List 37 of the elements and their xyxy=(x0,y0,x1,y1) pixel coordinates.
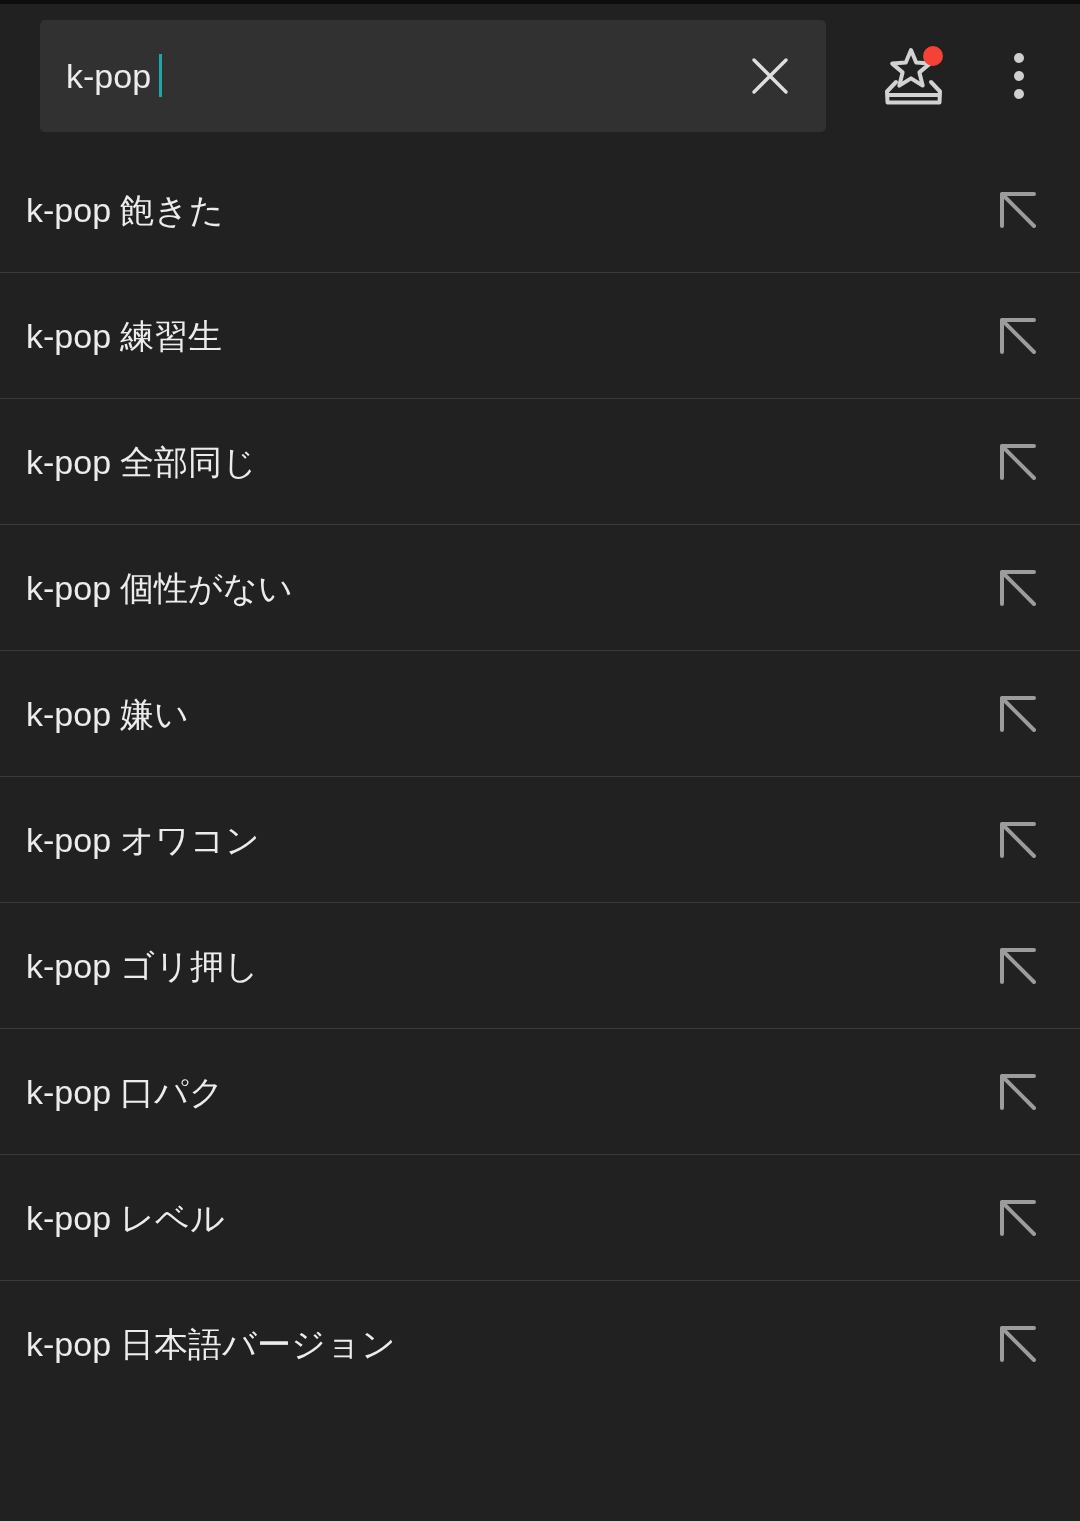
suggestion-item[interactable]: k-pop 嫌い xyxy=(0,651,1080,777)
fill-query-button[interactable] xyxy=(1000,1326,1036,1362)
fill-query-button[interactable] xyxy=(1000,443,1036,480)
close-icon xyxy=(752,57,788,94)
up-left-arrow-icon xyxy=(1000,821,1036,858)
suggestion-item[interactable]: k-pop ゴリ押し xyxy=(0,903,1080,1029)
up-left-arrow-icon xyxy=(1000,1326,1036,1362)
up-left-arrow-icon xyxy=(1000,947,1036,984)
suggestion-item[interactable]: k-pop 個性がない xyxy=(0,525,1080,651)
fill-query-button[interactable] xyxy=(1000,1199,1036,1236)
fill-query-button[interactable] xyxy=(1000,695,1036,732)
fill-query-button[interactable] xyxy=(1000,317,1036,354)
fill-query-button[interactable] xyxy=(1000,569,1036,606)
up-left-arrow-icon xyxy=(1000,695,1036,732)
suggestion-item[interactable]: k-pop 口パク xyxy=(0,1029,1080,1155)
menu-button[interactable] xyxy=(1014,52,1024,99)
up-left-arrow-icon xyxy=(1000,443,1036,480)
up-left-arrow-icon xyxy=(1000,191,1036,228)
fill-query-button[interactable] xyxy=(1000,821,1036,858)
star-tray-icon xyxy=(884,46,943,105)
fill-query-button[interactable] xyxy=(1000,947,1036,984)
up-left-arrow-icon xyxy=(1000,569,1036,606)
suggestion-item[interactable]: k-pop 日本語バージョン xyxy=(0,1281,1080,1407)
search-field[interactable]: k-pop xyxy=(40,19,826,132)
suggestion-item[interactable]: k-pop オワコン xyxy=(0,777,1080,903)
star-tray-button[interactable] xyxy=(884,46,943,105)
suggestion-item[interactable]: k-pop レベル xyxy=(0,1155,1080,1281)
suggestion-item[interactable]: k-pop 練習生 xyxy=(0,273,1080,399)
up-left-arrow-icon xyxy=(1000,1073,1036,1110)
fill-query-button[interactable] xyxy=(1000,191,1036,228)
up-left-arrow-icon xyxy=(1000,1199,1036,1236)
up-left-arrow-icon xyxy=(1000,317,1036,354)
suggestion-item[interactable]: k-pop 全部同じ xyxy=(0,399,1080,525)
suggestion-item[interactable]: k-pop 飽きた xyxy=(0,147,1080,273)
fill-query-button[interactable] xyxy=(1000,1073,1036,1110)
close-button[interactable] xyxy=(752,57,788,94)
menu-icon xyxy=(1014,52,1024,99)
